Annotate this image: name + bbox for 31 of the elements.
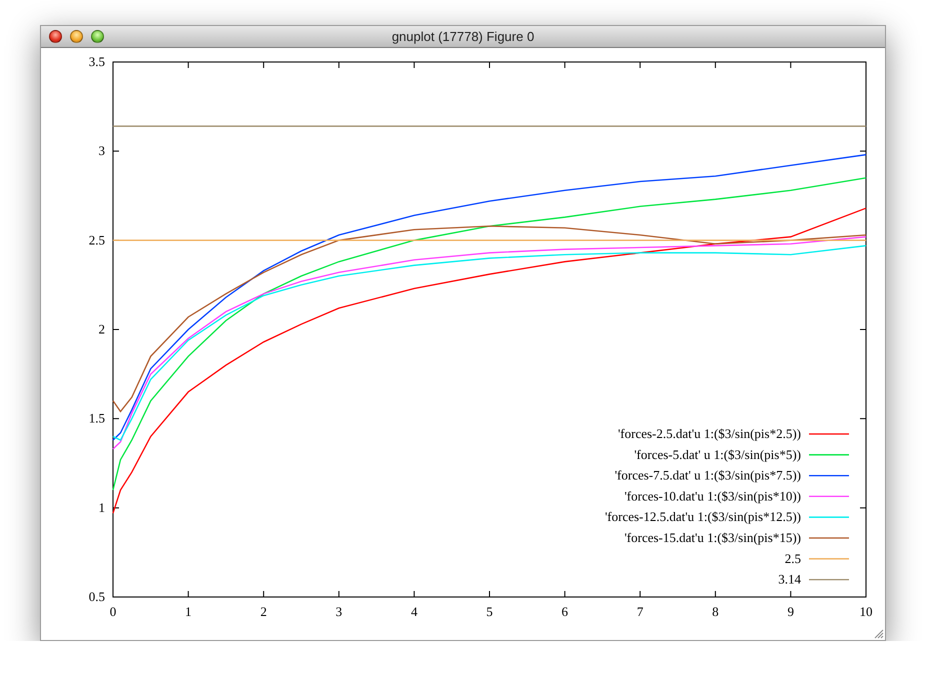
legend-label: 'forces-12.5.dat'u 1:($3/sin(pis*12.5)) (604, 509, 801, 524)
legend-label: 'forces-2.5.dat'u 1:($3/sin(pis*2.5)) (618, 426, 801, 441)
legend-label: 'forces-5.dat' u 1:($3/sin(pis*5)) (634, 446, 801, 462)
tick-label: 7 (636, 604, 644, 619)
close-button[interactable] (49, 30, 62, 43)
legend-label: 'forces-10.dat'u 1:($3/sin(pis*10)) (624, 488, 801, 504)
tick-label: 0.5 (88, 589, 105, 604)
window-title: gnuplot (17778) Figure 0 (392, 28, 534, 44)
tick-label: 6 (562, 604, 568, 619)
legend-label: 'forces-7.5.dat' u 1:($3/sin(pis*7.5)) (614, 468, 801, 483)
tick-label: 5 (486, 604, 493, 619)
tick-label: 3.5 (88, 54, 105, 69)
tick-label: 3 (98, 143, 105, 158)
zoom-button[interactable] (91, 30, 104, 43)
tick-label: 2 (260, 604, 267, 619)
minimize-button[interactable] (70, 30, 83, 43)
tick-label: 4 (410, 604, 418, 619)
legend-label: 2.5 (784, 550, 801, 566)
tick-label: 3 (336, 604, 342, 619)
tick-label: 10 (860, 604, 872, 619)
tick-label: 1 (185, 604, 192, 619)
legend-label: 3.14 (778, 572, 801, 587)
tick-label: 0 (110, 604, 116, 619)
tick-label: 1 (98, 500, 105, 515)
legend-label: 'forces-15.dat'u 1:($3/sin(pis*15)) (624, 530, 801, 545)
tick-label: 2 (98, 322, 105, 336)
tick-label: 1.5 (88, 410, 105, 426)
tick-label: 9 (787, 604, 794, 619)
tick-label: 2.5 (88, 232, 105, 248)
tick-label: 8 (712, 604, 719, 619)
resize-grip-icon[interactable] (874, 630, 884, 638)
